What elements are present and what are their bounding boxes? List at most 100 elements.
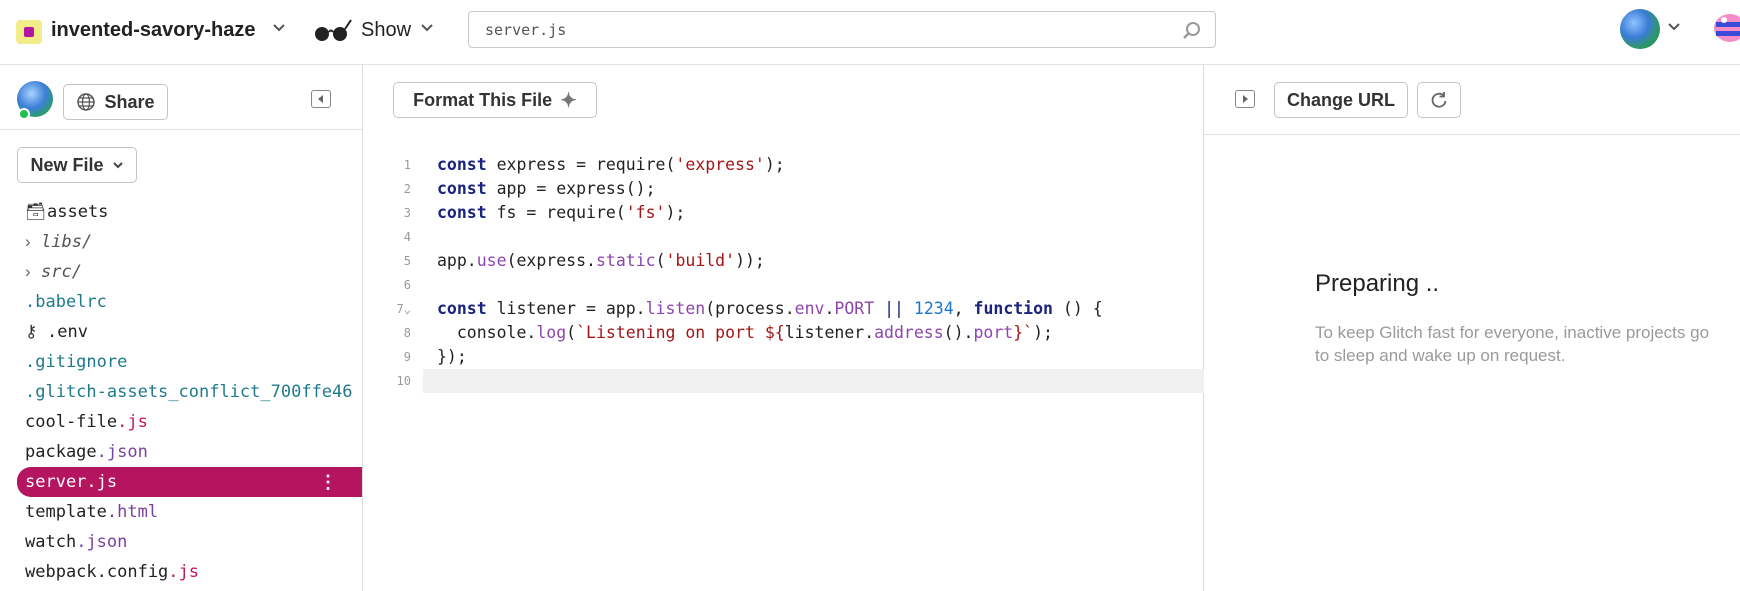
- line-text: const listener = app.listen(process.env.…: [437, 297, 1103, 321]
- file-item[interactable]: .gitignore: [17, 347, 362, 377]
- avatar[interactable]: [1620, 9, 1660, 49]
- file-extension: .json: [96, 442, 148, 462]
- glitch-logo[interactable]: [1710, 8, 1740, 48]
- file-name: cool-file: [25, 412, 118, 432]
- file-item[interactable]: .glitch-assets_conflict_700ffe46: [17, 377, 362, 407]
- file-search[interactable]: [468, 11, 1216, 48]
- line-number: 1: [403, 158, 411, 172]
- code-token: (process.: [705, 299, 795, 318]
- more-options-icon[interactable]: ⋮: [319, 467, 337, 497]
- refresh-button[interactable]: [1417, 82, 1461, 118]
- code-token: .: [824, 299, 835, 318]
- code-token: 1234: [913, 299, 954, 318]
- code-token: ));: [735, 251, 765, 270]
- code-token: listener.: [784, 323, 875, 342]
- file-item[interactable]: › src/: [17, 257, 362, 287]
- file-item[interactable]: webpack.config.js: [17, 557, 362, 587]
- code-token: (: [655, 251, 666, 270]
- new-file-button[interactable]: New File: [17, 147, 137, 183]
- code-token: console.: [437, 323, 537, 342]
- project-name[interactable]: invented-savory-haze: [51, 19, 256, 42]
- code-area[interactable]: 1 const express = require('express'); 2 con…: [363, 153, 1215, 393]
- code-line[interactable]: 10: [397, 369, 1215, 393]
- code-editor: Format This File ✦ 1 const express = requ…: [363, 65, 1215, 591]
- code-token: express = require(: [486, 155, 676, 174]
- code-line[interactable]: 2 const app = express();: [363, 177, 1163, 201]
- file-extension: .json: [76, 532, 128, 552]
- top-bar: invented-savory-haze Show: [0, 0, 1740, 65]
- line-number: 9: [403, 350, 411, 364]
- code-line[interactable]: 9});: [363, 345, 1163, 369]
- line-number: 6: [403, 278, 411, 292]
- change-url-label: Change URL: [1287, 89, 1395, 110]
- code-token: const: [437, 179, 487, 198]
- file-item[interactable]: cool-file.js: [17, 407, 362, 437]
- line-text: const app = express();: [437, 177, 656, 201]
- file-extension: .html: [106, 502, 159, 522]
- chevron-down-icon[interactable]: [1667, 20, 1681, 37]
- line-number: 3: [403, 206, 411, 220]
- code-line[interactable]: 3 const fs = require('fs');: [363, 201, 1163, 225]
- code-token: );: [764, 155, 785, 174]
- file-tree: 🗃assets › libs/ › src/ .babelrc ⚷ .env .gitignor…: [17, 197, 362, 587]
- key-icon: ⚷: [25, 322, 38, 342]
- line-text: });: [437, 345, 467, 369]
- chevron-down-icon[interactable]: [420, 21, 434, 38]
- code-token: function: [973, 299, 1053, 318]
- file-item[interactable]: watch.json: [17, 527, 362, 557]
- folder-name: assets: [47, 202, 109, 222]
- code-token: (: [566, 323, 577, 342]
- file-name: .glitch-assets_conflict_700ffe46: [25, 382, 353, 402]
- search-icon[interactable]: [1181, 20, 1203, 42]
- code-token: listener = app.: [486, 299, 646, 318]
- code-line[interactable]: 1 const express = require('express');: [363, 153, 1163, 177]
- code-token: fs = require(: [486, 203, 626, 222]
- file-item[interactable]: 🗃assets: [17, 197, 362, 227]
- code-line[interactable]: 7⌄ const listener = app.listen(process.en…: [363, 297, 1163, 321]
- chevron-right-icon: ›: [25, 232, 31, 251]
- file-name: .gitignore: [25, 352, 128, 372]
- glasses-icon[interactable]: [312, 18, 352, 44]
- sparkle-icon: ✦: [560, 89, 577, 112]
- show-menu-label[interactable]: Show: [361, 19, 411, 42]
- file-name: package: [25, 442, 97, 462]
- online-status-dot: [18, 108, 30, 120]
- expand-preview-icon[interactable]: [1235, 90, 1255, 108]
- code-token: 'fs': [625, 203, 666, 222]
- chevron-down-icon[interactable]: [272, 21, 286, 38]
- code-token: }`: [1013, 323, 1034, 342]
- sleep-message: To keep Glitch fast for everyone, inacti…: [1315, 323, 1710, 365]
- line-text: const express = require('express');: [437, 153, 785, 177]
- format-file-button[interactable]: Format This File ✦: [393, 82, 597, 118]
- file-item[interactable]: .babelrc: [17, 287, 362, 317]
- code-token: ,: [953, 299, 974, 318]
- code-line[interactable]: 6: [363, 273, 1163, 297]
- preview-header: Change URL: [1204, 65, 1740, 135]
- change-url-button[interactable]: Change URL: [1274, 82, 1408, 118]
- code-line[interactable]: 4: [363, 225, 1163, 249]
- file-extension: .js: [117, 412, 148, 432]
- file-name: webpack.config: [25, 562, 169, 582]
- file-item-selected[interactable]: server.js ⋮: [17, 467, 362, 497]
- search-input[interactable]: [485, 20, 1165, 40]
- project-icon[interactable]: [16, 20, 42, 44]
- file-item[interactable]: package.json: [17, 437, 362, 467]
- line-text: app.use(express.static('build'));: [437, 249, 765, 273]
- line-number: 4: [403, 230, 411, 244]
- collapse-sidebar-icon[interactable]: [311, 90, 331, 108]
- file-item[interactable]: ⚷ .env: [17, 317, 362, 347]
- code-token: address: [874, 323, 944, 342]
- code-line[interactable]: 5 app.use(express.static('build'));: [363, 249, 1163, 273]
- new-file-label: New File: [30, 154, 104, 175]
- code-token: 'express': [675, 155, 765, 174]
- line-number: 2: [403, 182, 411, 196]
- file-item[interactable]: template.html: [17, 497, 362, 527]
- file-extension: .js: [86, 472, 118, 492]
- file-item[interactable]: › libs/: [17, 227, 362, 257]
- share-label: Share: [104, 91, 155, 112]
- file-name: .babelrc: [25, 292, 107, 312]
- code-line[interactable]: 8 console.log(`Listening on port ${liste…: [363, 321, 1163, 345]
- code-token: ().: [943, 323, 974, 342]
- share-button[interactable]: Share: [63, 84, 168, 120]
